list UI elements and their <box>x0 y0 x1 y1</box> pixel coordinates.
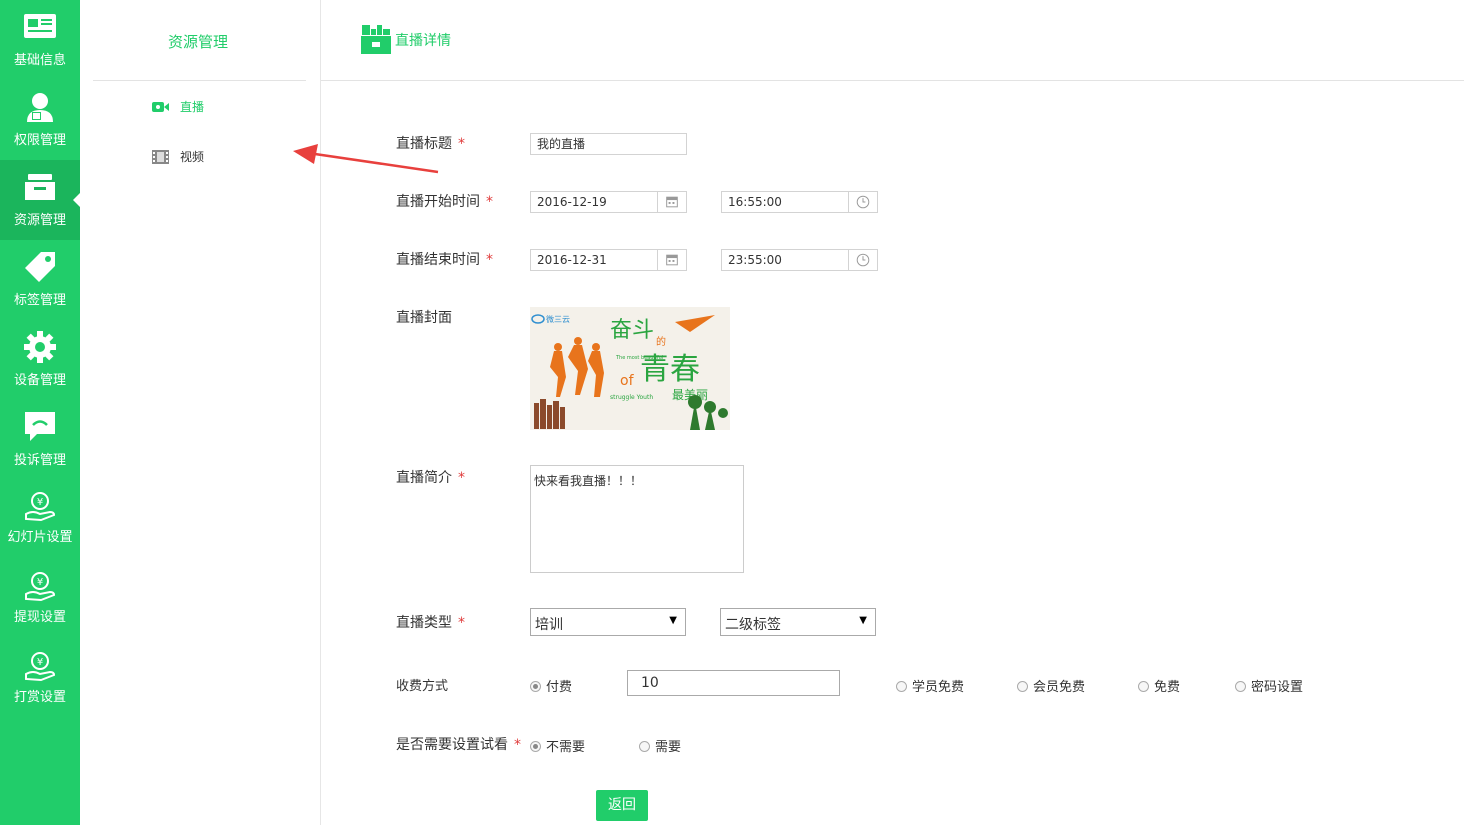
sidebar-item-label: 视频 <box>180 150 205 164</box>
tag-select-value: 二级标签 <box>725 617 781 633</box>
rail-item-tips[interactable]: ¥ 打赏设置 <box>0 640 80 720</box>
rail-label: 投诉管理 <box>13 453 66 468</box>
money-hand-icon: ¥ <box>25 492 56 522</box>
required-mark: * <box>458 470 465 486</box>
rail-label: 打赏设置 <box>13 690 66 705</box>
radio-dot <box>639 741 650 752</box>
clock-icon[interactable] <box>848 192 877 212</box>
fee-radio-member-free[interactable]: 会员免费 <box>1017 676 1085 695</box>
page-title: 直播详情 <box>395 33 451 49</box>
cover-brand: 微三云 <box>546 314 570 324</box>
chevron-down-icon: ▼ <box>669 615 677 626</box>
rail-item-devices[interactable]: 设备管理 <box>0 320 80 400</box>
rail-label: 基础信息 <box>13 53 66 68</box>
rail-item-resources[interactable]: 资源管理 <box>0 160 80 240</box>
camera-icon <box>152 102 169 112</box>
tag-icon <box>25 252 55 282</box>
icon-rail: 基础信息 权限管理 资源管理 标签管理 设备管理 投诉管理 ¥ 幻灯片设置 ¥ … <box>0 0 80 825</box>
cover-headline-1: 奋斗 <box>610 318 654 343</box>
rail-item-permissions[interactable]: 权限管理 <box>0 80 80 160</box>
required-mark: * <box>514 737 521 753</box>
required-mark: * <box>486 194 493 210</box>
intro-label: 直播简介 * <box>396 470 465 486</box>
user-lock-icon <box>27 93 53 122</box>
back-button[interactable]: 返回 <box>596 790 648 821</box>
svg-text:¥: ¥ <box>37 657 43 668</box>
trial-label: 是否需要设置试看 * <box>396 737 521 753</box>
radio-dot <box>1017 681 1028 692</box>
rail-item-complaints[interactable]: 投诉管理 <box>0 400 80 480</box>
gear-icon <box>24 331 56 363</box>
page-header: 直播详情 <box>321 0 1464 81</box>
cover-en-3: struggle Youth <box>610 394 653 401</box>
rail-label: 设备管理 <box>13 373 66 388</box>
rail-label: 提现设置 <box>13 610 66 625</box>
id-card-icon <box>24 14 56 38</box>
fee-radio-student-free[interactable]: 学员免费 <box>896 676 964 695</box>
rail-item-withdraw[interactable]: ¥ 提现设置 <box>0 560 80 640</box>
start-date-input[interactable]: 2016-12-19 <box>530 191 687 213</box>
sidebar-item-label: 直播 <box>180 100 205 114</box>
cover-artwork: 微三云 奋斗 的 青春 最美丽 The most beautiful of st… <box>530 307 730 430</box>
trial-radio-no[interactable]: 不需要 <box>530 736 585 755</box>
start-time-label: 直播开始时间 * <box>396 194 493 210</box>
end-time-value: 23:55:00 <box>728 253 782 267</box>
radio-dot <box>530 741 541 752</box>
rail-label: 资源管理 <box>13 213 66 228</box>
rail-item-tags[interactable]: 标签管理 <box>0 240 80 320</box>
radio-dot <box>530 681 541 692</box>
required-mark: * <box>458 136 465 152</box>
resource-sidebar: 资源管理 直播 视频 <box>80 0 439 825</box>
rail-label: 权限管理 <box>13 133 66 148</box>
sidebar-title: 资源管理 <box>168 33 229 51</box>
price-input[interactable]: 10 <box>627 670 840 696</box>
fee-label: 收费方式 <box>396 679 449 694</box>
clock-icon[interactable] <box>848 250 877 270</box>
calendar-icon[interactable] <box>657 192 686 212</box>
type-label: 直播类型 * <box>396 615 465 631</box>
start-date-value: 2016-12-19 <box>537 195 607 209</box>
live-shop-icon <box>361 25 391 54</box>
required-mark: * <box>458 615 465 631</box>
film-icon <box>152 150 169 164</box>
rail-label: 幻灯片设置 <box>7 530 73 545</box>
fee-radio-free[interactable]: 免费 <box>1138 676 1180 695</box>
live-title-input[interactable]: 我的直播 <box>530 133 687 155</box>
inbox-icon <box>25 174 55 200</box>
cover-en-2: of <box>620 373 635 389</box>
start-time-input[interactable]: 16:55:00 <box>721 191 878 213</box>
cover-en-1: The most beautiful <box>615 355 663 361</box>
end-date-input[interactable]: 2016-12-31 <box>530 249 687 271</box>
start-time-value: 16:55:00 <box>728 195 782 209</box>
fee-radio-paid[interactable]: 付费 <box>530 676 572 695</box>
radio-dot <box>896 681 907 692</box>
title-label: 直播标题 * <box>396 136 465 152</box>
svg-text:¥: ¥ <box>37 577 43 588</box>
divider <box>93 80 306 81</box>
rail-item-basic-info[interactable]: 基础信息 <box>0 0 80 80</box>
required-mark: * <box>486 252 493 268</box>
chevron-down-icon: ▼ <box>859 615 867 626</box>
end-date-value: 2016-12-31 <box>537 253 607 267</box>
radio-dot <box>1138 681 1149 692</box>
calendar-icon[interactable] <box>657 250 686 270</box>
trial-radio-yes[interactable]: 需要 <box>639 736 681 755</box>
type-select-value: 培训 <box>535 617 563 633</box>
fee-radio-password[interactable]: 密码设置 <box>1235 676 1303 695</box>
cover-label: 直播封面 <box>396 310 452 326</box>
rail-label: 标签管理 <box>13 293 66 308</box>
tag-select[interactable]: 二级标签 ▼ <box>720 608 876 636</box>
money-hand-icon: ¥ <box>25 652 56 682</box>
chat-bubble-icon <box>25 412 55 441</box>
type-select[interactable]: 培训 ▼ <box>530 608 686 636</box>
rail-item-slides[interactable]: ¥ 幻灯片设置 <box>0 480 80 560</box>
cover-image[interactable]: 微三云 奋斗 的 青春 最美丽 The most beautiful of st… <box>530 307 730 430</box>
intro-textarea[interactable]: 快来看我直播！！！ <box>530 465 744 573</box>
end-time-input[interactable]: 23:55:00 <box>721 249 878 271</box>
svg-text:¥: ¥ <box>37 497 43 508</box>
cover-headline-2: 的 <box>656 335 666 348</box>
money-hand-icon: ¥ <box>25 572 56 602</box>
end-time-label: 直播结束时间 * <box>396 252 493 268</box>
radio-dot <box>1235 681 1246 692</box>
